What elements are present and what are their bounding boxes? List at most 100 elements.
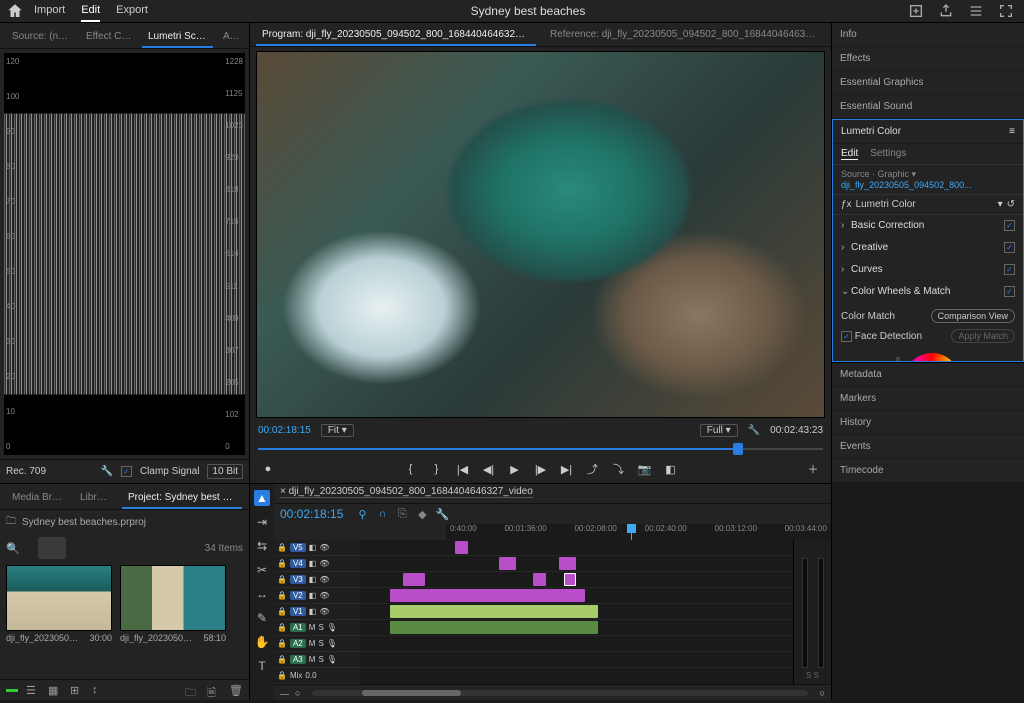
freeform-view-icon[interactable]: ⊞ [70, 684, 84, 696]
panel-essential-sound[interactable]: Essential Sound [832, 95, 1024, 119]
tab-source[interactable]: Source: (no clips) [6, 27, 76, 48]
track-area[interactable] [360, 540, 793, 684]
timeline-timecode[interactable]: 00:02:18:15 [280, 507, 343, 521]
wheels-toggle[interactable] [1004, 286, 1015, 297]
creative-toggle[interactable] [1004, 242, 1015, 253]
zoom-fit-dropdown[interactable]: Fit ▾ [321, 424, 354, 437]
bin-thumb-icon[interactable] [38, 537, 66, 559]
panel-menu-icon[interactable]: ≡ [1009, 126, 1015, 137]
audio-clip[interactable] [390, 621, 598, 634]
track-header-a2[interactable]: 🔒A2MS🎙 [274, 636, 360, 652]
program-timecode[interactable]: 00:02:18:15 [258, 425, 311, 436]
panel-timecode[interactable]: Timecode [832, 459, 1024, 483]
track-header-a3[interactable]: 🔒A3MS🎙 [274, 652, 360, 668]
sort-icon[interactable]: ↕ [92, 684, 106, 696]
pen-tool[interactable]: ✎ [254, 610, 270, 626]
settings-icon[interactable]: 🔧 [435, 507, 449, 521]
mark-out-icon[interactable]: } [429, 461, 445, 477]
clip[interactable] [390, 605, 598, 618]
lumetri-tab-edit[interactable]: Edit [841, 148, 858, 160]
track-header-v5[interactable]: 🔒V5◧👁 [274, 540, 360, 556]
curves-toggle[interactable] [1004, 264, 1015, 275]
track-mix[interactable]: 🔒Mix0.0 [274, 668, 360, 684]
program-preview[interactable] [256, 51, 825, 418]
add-marker-icon[interactable]: ● [260, 461, 276, 477]
clamp-signal-checkbox[interactable] [121, 466, 132, 477]
lumetri-tab-settings[interactable]: Settings [870, 148, 906, 160]
razor-tool[interactable]: ✂ [254, 562, 270, 578]
tab-lumetri-scopes[interactable]: Lumetri Scopes [142, 27, 213, 48]
program-scrubber[interactable] [258, 441, 823, 457]
fullscreen-icon[interactable] [998, 3, 1014, 19]
home-icon[interactable] [6, 2, 24, 20]
clip[interactable] [390, 589, 585, 602]
share-icon[interactable] [938, 3, 954, 19]
snap-icon[interactable]: ⚲ [355, 507, 369, 521]
section-basic-correction[interactable]: ›Basic Correction [833, 215, 1023, 237]
lumetri-title[interactable]: Lumetri Color≡ [833, 120, 1023, 144]
go-to-in-icon[interactable]: |◀ [455, 461, 471, 477]
magnet-icon[interactable]: ∩ [375, 507, 389, 521]
tab-project[interactable]: Project: Sydney best beaches [122, 488, 242, 509]
bit-depth-dropdown[interactable]: 10 Bit [207, 464, 243, 479]
slip-tool[interactable]: ↔ [254, 586, 270, 602]
tab-media-browser[interactable]: Media Browser [6, 488, 70, 509]
icon-view-icon[interactable]: ▦ [48, 684, 62, 696]
export-frame-icon[interactable]: 📷 [637, 461, 653, 477]
sequence-tab[interactable]: × dji_fly_20230505_094502_800_1684404646… [280, 486, 533, 498]
section-color-wheels[interactable]: ⌄Color Wheels & Match [833, 281, 1023, 303]
tab-effect-controls[interactable]: Effect Controls [80, 27, 138, 48]
bin-icon[interactable]: 🗀 [6, 514, 16, 531]
freeform-icon[interactable] [6, 689, 18, 692]
clip[interactable] [499, 557, 516, 570]
linked-selection-icon[interactable]: ⎘ [395, 507, 409, 521]
clip[interactable] [559, 557, 576, 570]
quick-export-icon[interactable] [908, 3, 924, 19]
track-select-tool[interactable]: ⇥ [254, 514, 270, 530]
ripple-edit-tool[interactable]: ⇆ [254, 538, 270, 554]
workspace-tab-import[interactable]: Import [34, 0, 65, 22]
lumetri-effect-dropdown[interactable]: Lumetri Color [856, 199, 994, 210]
track-header-v2[interactable]: 🔒V2◧👁 [274, 588, 360, 604]
waveform-scope[interactable]: 1201009080706050403020100 12281125102392… [4, 53, 245, 455]
tab-audio[interactable]: Audi [217, 27, 243, 48]
go-to-out-icon[interactable]: ▶| [559, 461, 575, 477]
lift-icon[interactable]: ⤴ [585, 461, 601, 477]
track-header-v1[interactable]: 🔒V1◧👁 [274, 604, 360, 620]
panel-history[interactable]: History [832, 411, 1024, 435]
step-forward-icon[interactable]: |▶ [533, 461, 549, 477]
list-view-icon[interactable]: ☰ [26, 684, 40, 696]
workspace-tab-edit[interactable]: Edit [81, 0, 100, 22]
tab-libraries[interactable]: Libraries [74, 488, 118, 509]
panel-metadata[interactable]: Metadata [832, 363, 1024, 387]
reference-tab[interactable]: Reference: dji_fly_20230505_094502_800_1… [544, 25, 824, 46]
panel-essential-graphics[interactable]: Essential Graphics [832, 71, 1024, 95]
clip[interactable] [455, 541, 468, 554]
section-creative[interactable]: ›Creative [833, 237, 1023, 259]
search-icon[interactable]: 🔍 [6, 542, 30, 555]
panel-info[interactable]: Info [832, 23, 1024, 47]
timeline-zoom-slider[interactable] [312, 690, 807, 696]
face-detection-checkbox[interactable] [841, 331, 852, 342]
track-header-v4[interactable]: 🔒V4◧👁 [274, 556, 360, 572]
new-item-icon[interactable]: 🗎 [207, 684, 221, 696]
clip[interactable] [403, 573, 425, 586]
clip[interactable] [533, 573, 546, 586]
hand-tool[interactable]: ✋ [254, 634, 270, 650]
workspace-menu-icon[interactable] [968, 3, 984, 19]
midtones-wheel[interactable] [904, 353, 960, 362]
markers-icon[interactable]: ◆ [415, 507, 429, 521]
panel-markers[interactable]: Markers [832, 387, 1024, 411]
extract-icon[interactable]: ⤵ [611, 461, 627, 477]
project-clip-0[interactable]: dji_fly_20230505_094212…30:00 [6, 565, 112, 643]
button-editor-icon[interactable]: ＋ [805, 461, 821, 477]
section-curves[interactable]: ›Curves [833, 259, 1023, 281]
apply-match-button[interactable]: Apply Match [951, 329, 1015, 343]
panel-effects[interactable]: Effects [832, 47, 1024, 71]
track-header-a1[interactable]: 🔒A1MS🎙 [274, 620, 360, 636]
clip-selected[interactable] [564, 573, 577, 586]
wrench-icon[interactable]: 🔧 [100, 466, 112, 477]
panel-events[interactable]: Events [832, 435, 1024, 459]
type-tool[interactable]: T [254, 658, 270, 674]
time-ruler[interactable]: 0:40:0000:01:36:0000:02:08:0000:02:40:00… [446, 524, 831, 540]
